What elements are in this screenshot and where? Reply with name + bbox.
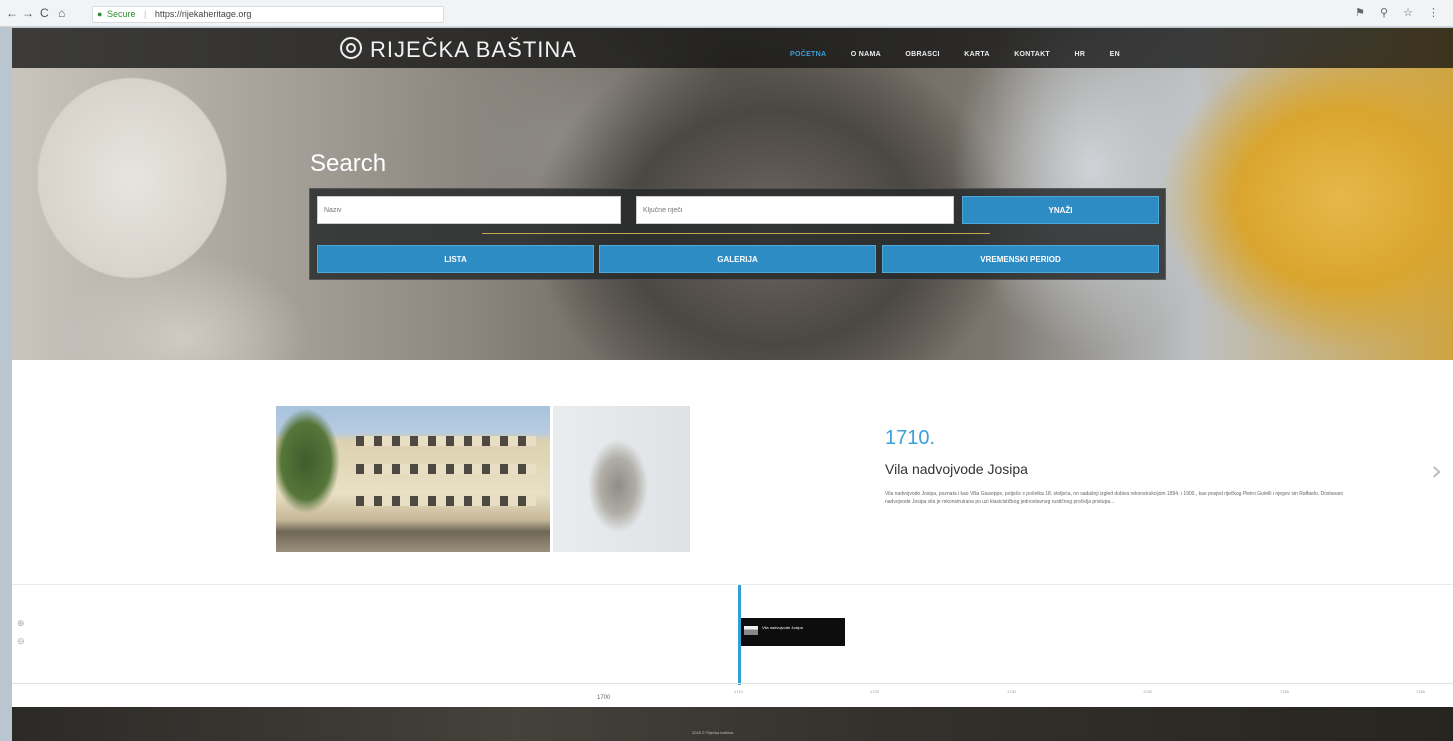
browser-chrome: ← → C ⌂ ● Secure | https://rijekaheritag… [0,0,1453,27]
timeline-axis [12,683,1453,684]
entry-title[interactable]: Vila nadvojvode Josipa [885,461,1028,477]
web-page: RIJEČKA BAŠTINA POČETNA O NAMA OBRASCI K… [12,28,1453,741]
menu-item-pocetna[interactable]: POČETNA [790,51,826,58]
search-title: Search [310,150,387,177]
timeline-tick: 1760 [1416,689,1425,694]
logo-text: RIJEČKA BAŠTINA [370,37,577,62]
statue-photo[interactable] [553,406,690,552]
menu-item-karta[interactable]: KARTA [964,51,989,58]
secure-label: Secure [106,9,136,19]
event-label: Vila nadvojvode Josipa [762,625,803,630]
entry-year: 1710. [885,427,936,449]
top-navigation: RIJEČKA BAŠTINA POČETNA O NAMA OBRASCI K… [12,28,1453,68]
reload-icon[interactable]: C [40,6,49,20]
photo-statue [573,416,663,552]
list-button[interactable]: LISTA [317,245,594,273]
keyword-search-input[interactable] [636,196,954,224]
photo-tree [276,406,346,552]
timeline-tick: 1700 [597,695,611,701]
photo-window-row [356,436,536,446]
zoom-in-icon[interactable]: ⊕ [17,619,25,629]
forward-icon[interactable]: → [22,6,34,20]
menu-item-obrasci[interactable]: OBRASCI [905,51,939,58]
menu-item-kontakt[interactable]: KONTAKT [1014,51,1050,58]
menu-item-o-nama[interactable]: O NAMA [851,51,881,58]
time-period-button[interactable]: VREMENSKI PERIOD [882,245,1159,273]
menu-item-hr[interactable]: HR [1074,51,1085,58]
gallery-button[interactable]: GALERIJA [599,245,876,273]
main-menu: POČETNA O NAMA OBRASCI KARTA KONTAKT HR … [790,43,1140,61]
zoom-out-icon[interactable]: ⊖ [17,637,25,647]
name-search-input[interactable] [317,196,621,224]
hero-banner: RIJEČKA BAŠTINA POČETNA O NAMA OBRASCI K… [12,28,1453,360]
separator: | [144,9,147,19]
event-thumbnail [744,626,758,635]
timeline-tick: 1720 [870,689,879,694]
menu-item-en[interactable]: EN [1110,51,1120,58]
timeline: ⊕ ⊖ Vila nadvojvode Josipa 1700 1710 172… [12,584,1453,707]
site-logo[interactable]: RIJEČKA BAŠTINA [340,37,577,63]
logo-icon [340,37,362,59]
home-icon[interactable]: ⌂ [58,6,65,20]
timeline-tick: 1750 [1280,689,1289,694]
next-arrow-icon[interactable]: › [1431,454,1442,487]
photo-window-row [356,496,536,506]
timeline-tick: 1730 [1007,689,1016,694]
timeline-tick: 1740 [1143,689,1152,694]
address-bar[interactable]: ● Secure | https://rijekaheritage.org [92,6,444,23]
browser-toolbar-icons[interactable]: ⚑ ⚲ ☆ ⋮ [1355,6,1445,19]
back-icon[interactable]: ← [6,6,18,20]
entry-description: Vila nadvojvode Josipa, poznata i kao Vi… [885,491,1343,505]
search-panel: YNAŽI LISTA GALERIJA VREMENSKI PERIOD [309,188,1166,280]
find-button[interactable]: YNAŽI [962,196,1159,224]
lock-icon: ● [97,9,103,19]
search-divider [482,233,990,234]
villa-photo[interactable] [276,406,550,552]
url-text[interactable]: https://rijekaheritage.org [155,9,252,19]
timeline-tick: 1710 [734,689,743,694]
timeline-event-card[interactable]: Vila nadvojvode Josipa [741,618,845,646]
photo-window-row [356,464,536,474]
footer: 2018 © Riječka baština [12,707,1453,741]
footer-copyright: 2018 © Riječka baština [692,730,734,735]
